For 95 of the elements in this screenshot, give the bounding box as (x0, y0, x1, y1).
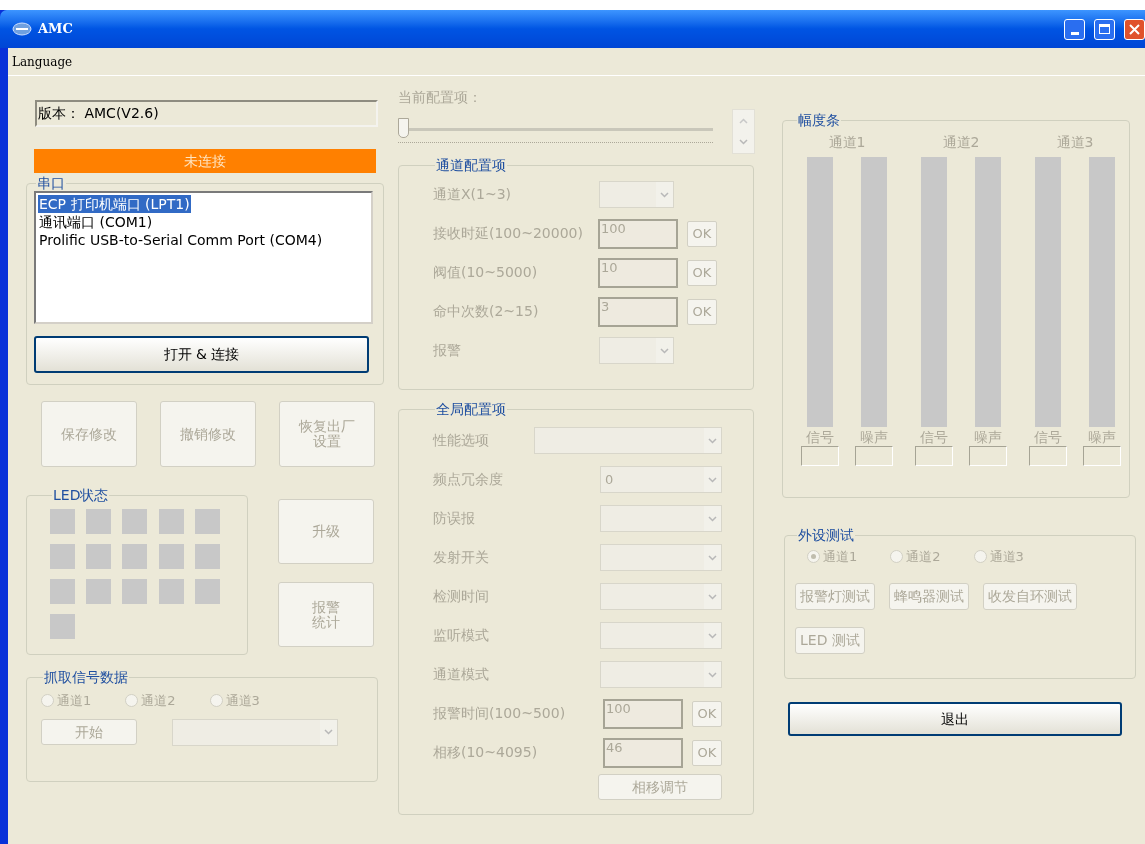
maximize-button[interactable] (1094, 18, 1115, 40)
channel-label: 通道1 (828, 133, 866, 152)
value-box (801, 446, 839, 466)
value-box (855, 446, 893, 466)
bar-label: 噪声 (860, 428, 888, 446)
field-label: 性能选项 (433, 431, 489, 450)
value-box (1029, 446, 1067, 466)
slider-thumb[interactable] (398, 118, 409, 138)
group-title: LED状态 (52, 487, 110, 503)
port-list[interactable]: ECP 打印机端口 (LPT1) 通讯端口 (COM1) Prolific USB-to-Serial Comm Port (COM4) (34, 191, 373, 324)
field-label: 监听模式 (433, 626, 489, 645)
chevron-down-icon (708, 632, 717, 639)
chevron-down-icon (660, 191, 669, 198)
ok-button[interactable]: OK (687, 220, 717, 247)
value-box (915, 446, 953, 466)
ok-button[interactable]: OK (687, 298, 717, 325)
chevron-down-icon (708, 671, 717, 678)
version-field: 版本： AMC(V2.6) (35, 100, 378, 127)
list-item[interactable]: ECP 打印机端口 (LPT1) (38, 195, 191, 213)
bar-label: 信号 (1034, 428, 1062, 446)
value-box (1083, 446, 1121, 466)
channel-label: 通道2 (942, 133, 980, 152)
chevron-down-icon (660, 347, 669, 354)
radio-label: 通道3 (989, 548, 1024, 566)
radio-label: 通道2 (906, 548, 941, 566)
field-label: 频点冗余度 (433, 470, 503, 489)
radio-button[interactable] (209, 694, 223, 708)
radio-button[interactable] (807, 550, 820, 564)
field-label: 通道模式 (433, 665, 489, 684)
list-item[interactable]: 通讯端口 (COM1) (38, 213, 154, 231)
close-button[interactable] (1124, 18, 1145, 40)
field-label: 命中次数(2~15) (433, 302, 539, 321)
field-label: 通道X(1~3) (433, 185, 512, 204)
group-title: 幅度条 (797, 112, 841, 128)
radio-label: 通道1 (57, 692, 92, 710)
chevron-down-icon (708, 515, 717, 522)
dropdown[interactable] (600, 544, 722, 571)
spin-control[interactable] (732, 109, 755, 154)
radio-button[interactable] (890, 550, 904, 564)
radio-button[interactable] (125, 694, 139, 708)
ok-button[interactable]: OK (692, 700, 722, 727)
minimize-button[interactable] (1064, 18, 1085, 40)
menu-item[interactable]: Language (12, 52, 73, 71)
button[interactable]: 打开 & 连接 (34, 336, 369, 373)
radio-label: 通道3 (225, 692, 260, 710)
bar-label: 噪声 (1088, 428, 1116, 446)
radio-button[interactable] (973, 550, 987, 564)
maximize-icon (1099, 24, 1110, 34)
radio-label: 通道2 (141, 692, 176, 710)
app-logo-icon (12, 22, 32, 36)
dropdown[interactable] (600, 661, 722, 688)
dropdown[interactable] (600, 583, 722, 610)
button[interactable]: 退出 (788, 702, 1122, 736)
connection-status: 未连接 (34, 149, 376, 173)
radio-button[interactable] (41, 694, 54, 708)
chevron-up-icon (739, 117, 748, 124)
field-label: 报警 (433, 341, 461, 360)
list-item[interactable]: Prolific USB-to-Serial Comm Port (COM4) (38, 231, 324, 249)
dropdown[interactable] (600, 505, 722, 532)
window-title: AMC (38, 20, 73, 39)
ok-button[interactable]: OK (687, 259, 717, 286)
bar-label: 信号 (920, 428, 948, 446)
chevron-down-icon (324, 729, 333, 735)
dropdown[interactable] (172, 718, 338, 746)
dropdown[interactable] (600, 622, 722, 649)
group-title: 串口 (36, 175, 66, 191)
channel-label: 通道3 (1056, 133, 1094, 152)
chevron-down-icon (708, 554, 717, 561)
dropdown[interactable]: 0 (600, 466, 722, 493)
group-title: 通道配置项 (435, 157, 507, 173)
field-label: 阀值(10~5000) (433, 263, 538, 282)
field-label: 报警时间(100~500) (433, 704, 566, 723)
minimize-icon (1070, 31, 1079, 35)
group-title: 外设测试 (797, 527, 855, 543)
bar-label: 噪声 (974, 428, 1002, 446)
bar-label: 信号 (806, 428, 834, 446)
chevron-down-icon (739, 139, 748, 146)
ok-button[interactable]: OK (692, 739, 722, 766)
radio-label: 通道1 (823, 548, 858, 566)
field-label: 防误报 (433, 509, 475, 528)
group-title: 抓取信号数据 (43, 669, 129, 685)
field-label: 相移(10~4095) (433, 743, 538, 762)
chevron-down-icon (708, 437, 717, 444)
field-label: 发射开关 (433, 548, 489, 567)
value-box (969, 446, 1007, 466)
chevron-down-icon (708, 476, 717, 483)
chevron-down-icon (708, 593, 717, 600)
field-label: 接收时延(100~20000) (433, 224, 583, 243)
dropdown[interactable] (534, 427, 722, 454)
dropdown[interactable] (599, 181, 674, 208)
close-icon (1129, 23, 1140, 35)
field-label: 检测时间 (433, 587, 489, 606)
config-label: 当前配置项： (398, 88, 483, 107)
group-title: 全局配置项 (435, 401, 507, 417)
dropdown[interactable] (599, 337, 674, 364)
